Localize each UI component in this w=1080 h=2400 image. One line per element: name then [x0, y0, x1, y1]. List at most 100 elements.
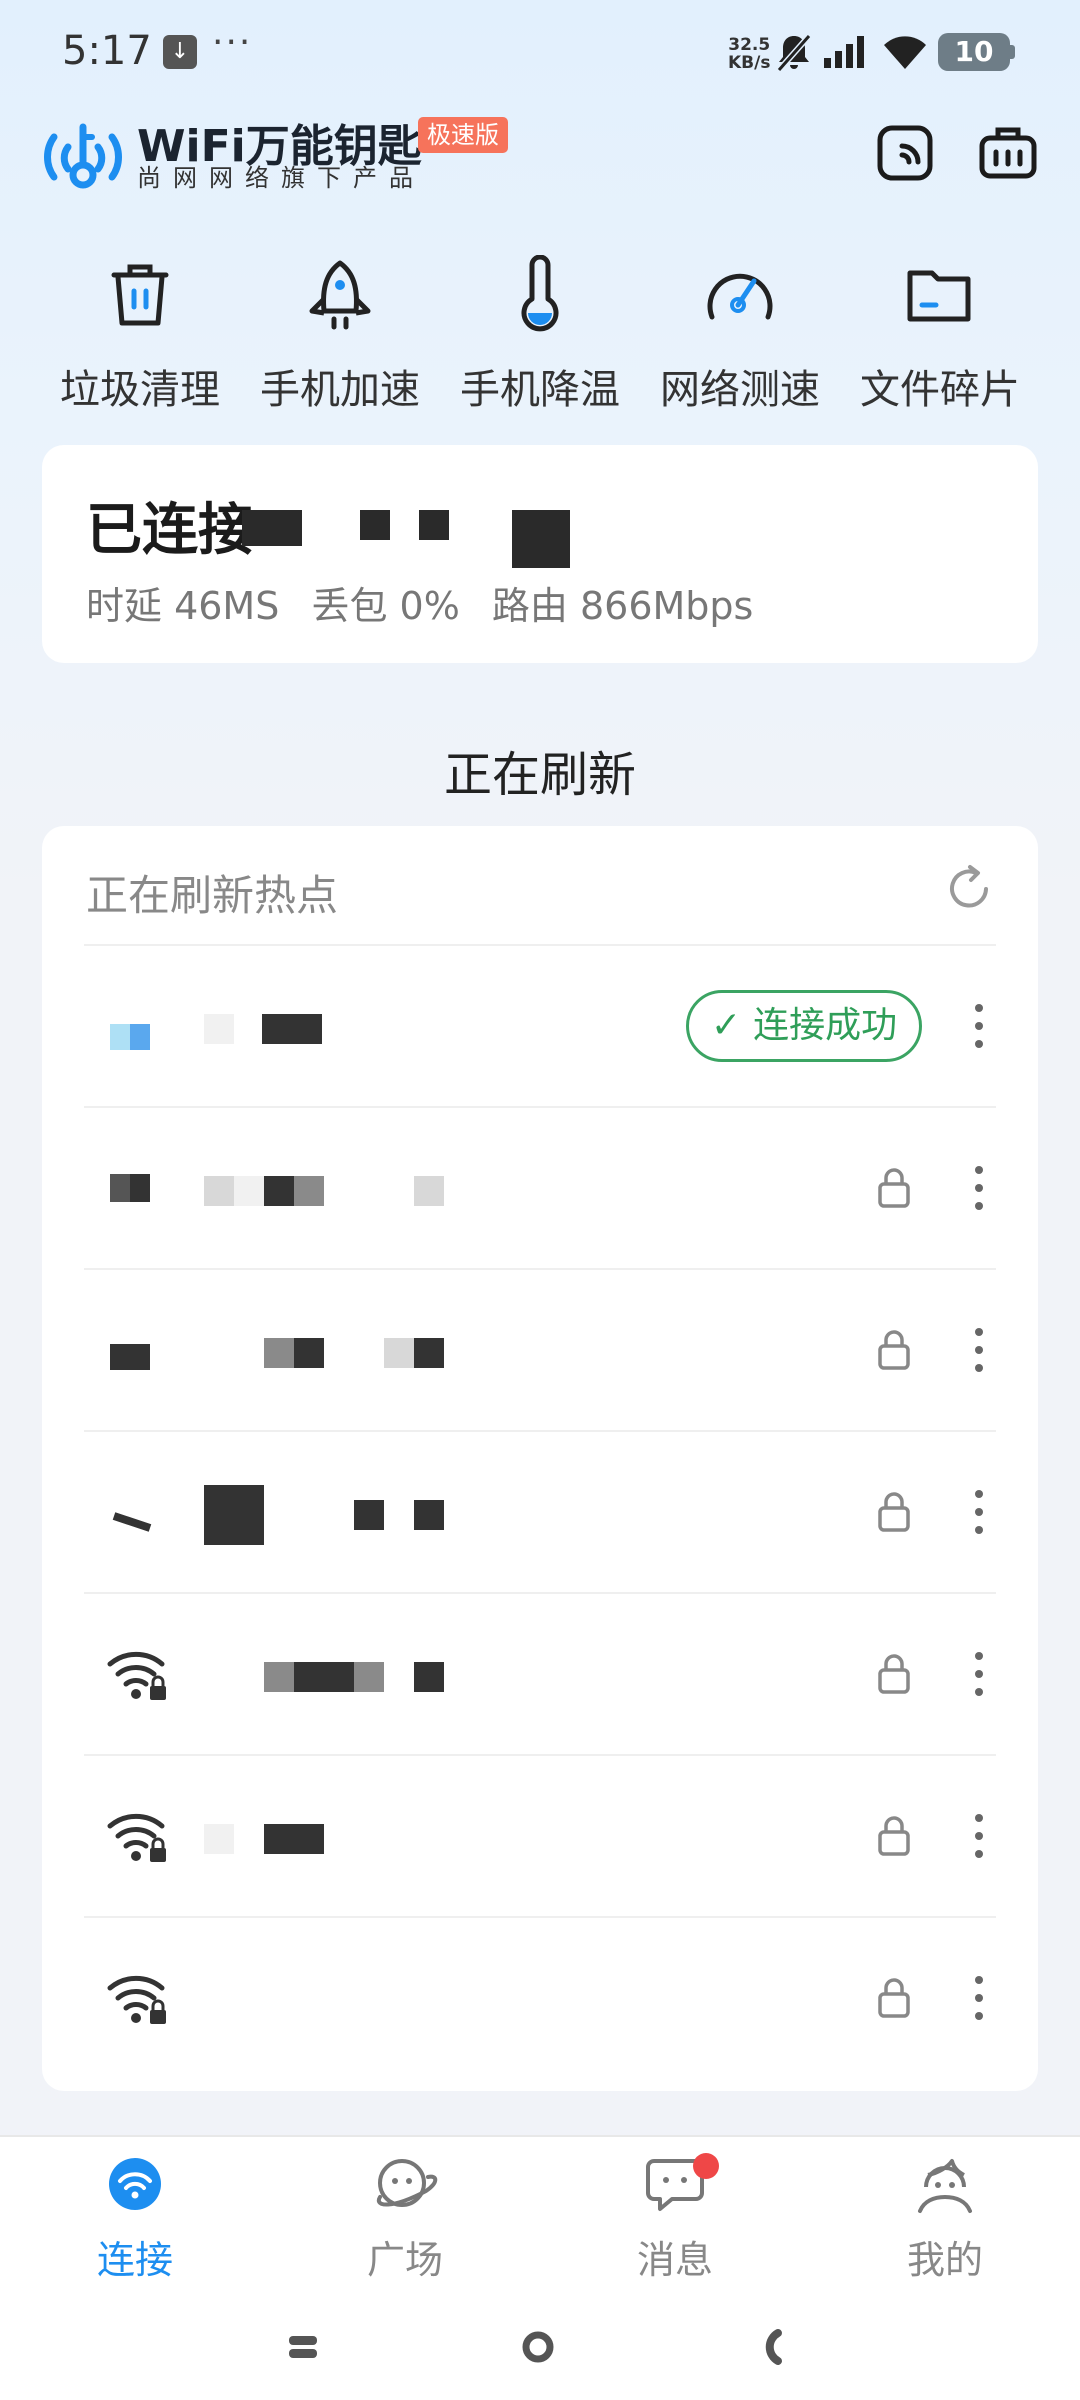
tool-label: 垃圾清理 [60, 367, 220, 413]
notification-badge [693, 2153, 719, 2179]
wifi-nav-icon [109, 2158, 161, 2210]
tool-label: 手机降温 [460, 367, 620, 413]
hotspot-row[interactable] [84, 1592, 996, 1754]
wifi-lock-icon [110, 1174, 150, 1202]
recents-button-icon[interactable] [283, 2327, 323, 2367]
hotspot-name-redacted [204, 1168, 444, 1214]
back-button-icon[interactable] [752, 2327, 792, 2367]
tool-label: 手机加速 [260, 367, 420, 413]
more-vert-icon[interactable] [964, 1806, 994, 1866]
more-vert-icon[interactable] [964, 1320, 994, 1380]
hotspot-name-redacted [204, 1654, 444, 1700]
nav-connect[interactable]: 连接 [35, 2151, 235, 2284]
bottom-nav: 连接 广场 消息 我的 [0, 2135, 1080, 2400]
connect-success-badge: 连接成功 [686, 990, 923, 1062]
wifi-lock-icon [107, 1975, 166, 2024]
redacted-block [242, 510, 302, 546]
hotspot-name-redacted [204, 1006, 322, 1052]
nav-label: 连接 [96, 2238, 173, 2282]
hotspot-row[interactable] [84, 1268, 996, 1430]
brand-badge: 极速版 [418, 117, 508, 153]
nav-label: 消息 [636, 2238, 713, 2282]
scan-card-icon[interactable] [876, 122, 936, 182]
more-notifications-icon: ··· [212, 22, 253, 63]
redacted-block [512, 510, 570, 568]
home-button-icon[interactable] [518, 2327, 558, 2367]
hotspot-name-redacted [204, 1816, 324, 1862]
wifi-lock-icon [107, 1651, 166, 1700]
mute-bell-icon [776, 34, 812, 72]
nav-label: 我的 [906, 2238, 983, 2282]
rocket-icon [309, 260, 371, 330]
more-vert-icon[interactable] [964, 1158, 994, 1218]
speedometer-icon [707, 273, 773, 320]
wifi-lock-icon [107, 1813, 166, 1862]
lock-icon [878, 1978, 910, 2018]
tool-trash-clean[interactable]: 垃圾清理 [40, 255, 240, 425]
wifi-signal-icon [110, 1024, 150, 1050]
connection-stats: 时延 46MS 丢包 0% 路由 866Mbps [86, 575, 773, 630]
net-speed-unit: KB/s [728, 53, 771, 73]
lock-icon [878, 1492, 910, 1532]
battery-tip [1010, 45, 1015, 59]
tool-phone-cool[interactable]: 手机降温 [440, 255, 640, 425]
hotspot-row[interactable] [84, 1430, 996, 1592]
thermometer-icon [521, 255, 559, 332]
connection-status: 已连接 [86, 498, 254, 563]
tools-row: 垃圾清理 手机加速 手机降温 网络测速 文件碎片 [40, 255, 1040, 425]
hotspot-row[interactable] [84, 1916, 996, 2078]
lock-icon [878, 1168, 910, 1208]
nav-messages[interactable]: 消息 [575, 2151, 775, 2284]
tool-phone-boost[interactable]: 手机加速 [240, 255, 440, 425]
hotspot-row[interactable]: 连接成功 [84, 944, 996, 1106]
trash-icon [111, 264, 169, 326]
more-vert-icon[interactable] [964, 996, 994, 1056]
battery-icon: 10 [938, 33, 1010, 71]
folder-icon [907, 270, 971, 322]
redacted-block [360, 510, 390, 540]
download-icon: ↓ [163, 35, 197, 69]
tool-label: 网络测速 [660, 367, 820, 413]
route-speed: 路由 866Mbps [491, 584, 754, 628]
hotspot-name-redacted [204, 1330, 444, 1376]
tool-speed-test[interactable]: 网络测速 [640, 255, 840, 425]
status-icons [776, 30, 928, 74]
lock-icon [878, 1654, 910, 1694]
nav-plaza[interactable]: 广场 [305, 2151, 505, 2284]
packet-loss: 丢包 0% [311, 584, 460, 628]
net-speed-value: 32.5 [728, 35, 771, 55]
refresh-icon[interactable] [942, 862, 996, 916]
nav-label: 广场 [366, 2238, 443, 2282]
redacted-block [419, 510, 449, 540]
wifi-lock-icon [112, 1512, 152, 1532]
net-speed: 32.5 KB/s [728, 36, 770, 72]
brand-subtitle: 尚网网络旗下产品 [137, 164, 425, 192]
nav-profile[interactable]: 我的 [845, 2151, 1045, 2284]
refresh-title: 正在刷新 [443, 747, 636, 803]
hotspot-list: 连接成功 [84, 944, 996, 2078]
hotspot-list-card: 正在刷新热点 连接成功 [42, 826, 1038, 2091]
lock-icon [878, 1816, 910, 1856]
hotspot-row[interactable] [84, 1106, 996, 1268]
more-vert-icon[interactable] [964, 1482, 994, 1542]
more-vert-icon[interactable] [964, 1644, 994, 1704]
cell-signal-icon [824, 36, 864, 68]
wifi-icon [884, 36, 926, 69]
profile-icon [918, 2159, 972, 2213]
wifi-lock-icon [110, 1344, 150, 1370]
connection-card[interactable]: 已连接 时延 46MS 丢包 0% 路由 866Mbps [42, 445, 1038, 663]
plaza-icon [376, 2159, 438, 2207]
tool-label: 文件碎片 [860, 367, 1020, 413]
tool-file-shred[interactable]: 文件碎片 [840, 255, 1040, 425]
hotspot-list-header: 正在刷新热点 [86, 871, 339, 920]
hotspot-row[interactable] [84, 1754, 996, 1916]
more-vert-icon[interactable] [964, 1968, 994, 2028]
lock-icon [878, 1330, 910, 1370]
hotspot-name-redacted [204, 1485, 444, 1545]
latency: 时延 46MS [86, 584, 280, 628]
toolbox-icon[interactable] [978, 122, 1038, 182]
status-bar: 5:17 ↓ ··· 32.5 KB/s 10 [0, 0, 1080, 100]
status-time: 5:17 [62, 28, 152, 74]
connection-title: 已连接 [86, 485, 254, 566]
wifi-key-logo-icon [44, 123, 122, 189]
